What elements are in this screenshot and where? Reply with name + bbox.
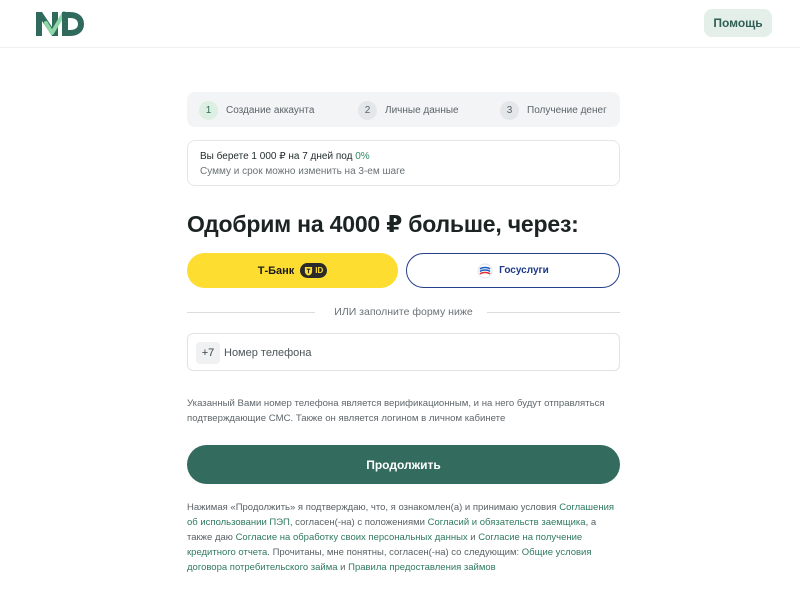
divider-line-right	[487, 312, 620, 313]
consent-part: , согласен(-на) с положениями	[289, 517, 428, 528]
header: Помощь	[0, 0, 800, 48]
step-label: Личные данные	[385, 104, 459, 116]
step-label: Создание аккаунта	[226, 104, 315, 116]
step-number: 1	[199, 100, 218, 120]
tbank-shield-icon	[305, 266, 313, 275]
tbank-label: Т-Банк	[257, 264, 295, 277]
consent-part: Нажимая «Продолжить» я подтверждаю, что,…	[187, 502, 560, 513]
continue-button[interactable]: Продолжить	[187, 445, 620, 484]
step-get-money: 3 Получение денег	[500, 100, 607, 120]
step-personal-data: 2 Личные данные	[358, 100, 459, 120]
borrower-obligations-link[interactable]: Согласий и обязательств заемщика	[428, 517, 586, 528]
phone-field[interactable]: +7	[187, 333, 620, 371]
loan-rate: 0%	[355, 151, 370, 162]
phone-country-code: +7	[196, 342, 220, 364]
consent-text: Нажимая «Продолжить» я подтверждаю, что,…	[187, 500, 622, 575]
page-title: Одобрим на 4000 ₽ больше, через:	[187, 211, 579, 237]
loan-summary: Вы берете 1 000 ₽ на 7 дней под 0%	[200, 151, 370, 162]
loan-rules-link[interactable]: Правила предоставления займов	[348, 562, 496, 573]
phone-input[interactable]	[224, 342, 604, 364]
help-button[interactable]: Помощь	[704, 9, 772, 37]
consent-part: и	[467, 532, 479, 543]
gosuslugi-button[interactable]: Госуслуги	[406, 253, 620, 288]
loan-hint: Сумму и срок можно изменить на 3-ем шаге	[200, 166, 406, 177]
loan-summary-text: Вы берете 1 000 ₽ на 7 дней под	[200, 151, 356, 162]
tbank-id-badge: ID	[300, 263, 328, 278]
step-number: 3	[500, 100, 519, 120]
logo[interactable]	[34, 9, 86, 39]
loan-info-box: Вы берете 1 000 ₽ на 7 дней под 0% Сумму…	[187, 140, 620, 186]
stepper: 1 Создание аккаунта 2 Личные данные 3 По…	[187, 92, 620, 127]
step-label: Получение денег	[527, 104, 607, 116]
phone-note: Указанный Вами номер телефона является в…	[187, 398, 605, 424]
consent-part: . Прочитаны, мне понятны, согласен(-на) …	[267, 547, 522, 558]
step-number: 2	[358, 100, 377, 120]
consent-part: и	[337, 562, 349, 573]
tbank-id-text: ID	[315, 266, 324, 275]
tbank-id-button[interactable]: Т-Банк ID	[187, 253, 398, 288]
personal-data-consent-link[interactable]: Согласие на обработку своих персональных…	[236, 532, 468, 543]
gosuslugi-label: Госуслуги	[499, 265, 549, 276]
or-divider: ИЛИ заполните форму ниже	[187, 306, 620, 320]
step-account: 1 Создание аккаунта	[199, 100, 314, 120]
gosuslugi-icon	[477, 263, 493, 278]
